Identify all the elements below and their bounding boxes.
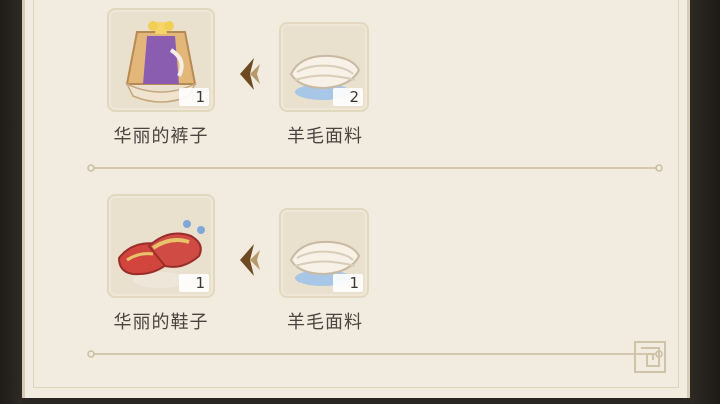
material-item-name: 羊毛面料: [287, 312, 363, 333]
result-count: 1: [179, 88, 209, 106]
divider-ornament: [87, 350, 663, 358]
chevron-left-icon: [240, 58, 260, 90]
chevron-left-icon: [240, 244, 260, 276]
material-item-name: 羊毛面料: [287, 126, 363, 147]
synthesis-panel: 1 华丽的裤子 2 羊毛面料 1 华丽的鞋子 1 羊毛面料: [22, 0, 690, 398]
material-item-slot[interactable]: 1: [279, 208, 369, 298]
recipe-row: 1 华丽的裤子 2 羊毛面料: [25, 0, 693, 172]
result-item-name: 华丽的鞋子: [113, 312, 209, 333]
divider-ornament: [87, 164, 663, 172]
result-item-slot[interactable]: 1: [107, 8, 215, 112]
result-item-slot[interactable]: 1: [107, 194, 215, 298]
corner-ornament: [634, 341, 666, 373]
material-count: 2: [333, 88, 363, 106]
material-item-slot[interactable]: 2: [279, 22, 369, 112]
window-frame-right: [690, 0, 720, 404]
recipe-row: 1 华丽的鞋子 1 羊毛面料: [25, 180, 693, 358]
window-frame-left: [0, 0, 22, 404]
material-count: 1: [333, 274, 363, 292]
result-count: 1: [179, 274, 209, 292]
result-item-name: 华丽的裤子: [113, 126, 209, 147]
